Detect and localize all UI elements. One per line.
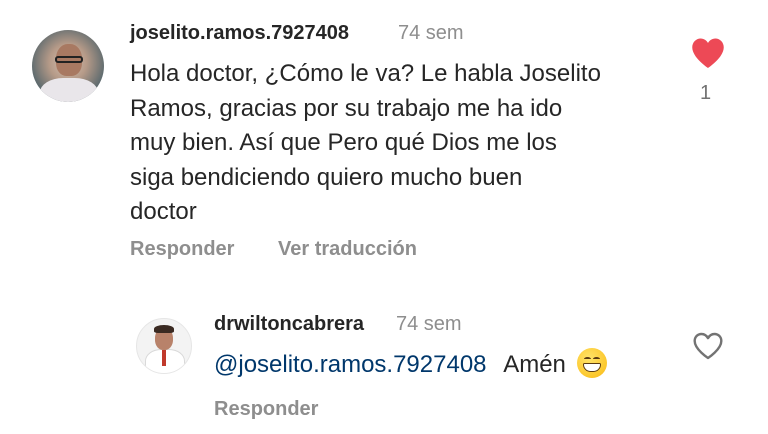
comment-1-text: Hola doctor, ¿Cómo le va? Le habla Josel… [130,57,670,230]
comment-1-line: Hola doctor, ¿Cómo le va? Le habla Josel… [130,60,601,87]
comment-1-avatar[interactable] [32,30,104,102]
comment-1-line: muy bien. Así que Pero qué Dios me los [130,129,557,156]
comment-2-avatar[interactable] [136,318,192,374]
heart-outline-icon[interactable] [692,331,724,361]
comment-2-body: Amén [503,351,566,378]
comment-1-line: siga bendiciendo quiero mucho buen [130,163,523,191]
mention-link[interactable]: @joselito.ramos.7927408 [214,351,487,378]
comment-1-line: Ramos, gracias por su trabajo me ha ido [130,94,563,122]
comment-1-translate-button[interactable]: Ver traducción [278,238,417,261]
comment-1-like-count: 1 [700,82,712,104]
comment-1-reply-button[interactable]: Responder [130,238,234,261]
avatar-tie [162,350,166,366]
avatar-hair [154,325,174,333]
comment-1-line: doctor [130,198,197,225]
comment-2-timestamp: 74 sem [396,313,462,335]
avatar-shirt [40,78,98,102]
heart-filled-icon[interactable] [690,36,726,70]
comment-1-username[interactable]: joselito.ramos.7927408 [130,22,349,45]
grinning-face-emoji-icon [576,348,607,378]
comment-2-username[interactable]: drwiltoncabrera [214,313,364,336]
comment-2-reply-button[interactable]: Responder [214,398,318,421]
comment-1-timestamp: 74 sem [398,22,464,44]
avatar-glasses [55,56,83,63]
comment-2-text: @joselito.ramos.7927408 Amén [214,348,607,379]
